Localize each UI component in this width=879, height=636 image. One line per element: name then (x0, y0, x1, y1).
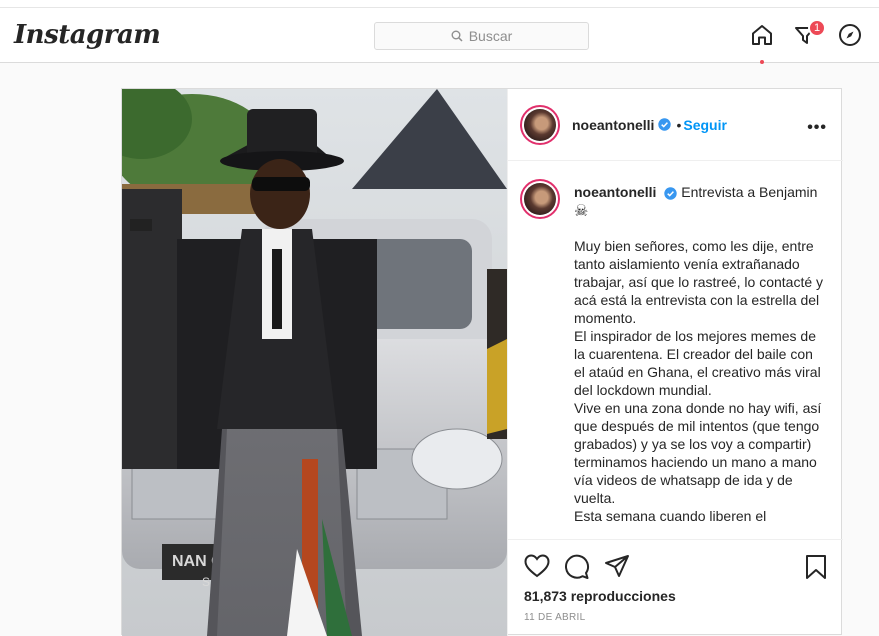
dot-separator: • (676, 116, 682, 133)
home-active-dot (760, 60, 764, 64)
follow-button[interactable]: Seguir (683, 117, 727, 133)
caption-title-line: noeantonelli Entrevista a Benjamin ☠ (574, 183, 817, 221)
video-frame-illustration: NAN ORI S ORNE (122, 89, 507, 636)
browser-top-strip (0, 0, 879, 8)
caption-avatar[interactable] (520, 179, 560, 219)
post-card: NAN ORI S ORNE noeantonelli (121, 88, 843, 636)
caption-username[interactable]: noeantonelli (574, 184, 656, 200)
search-icon (451, 30, 463, 42)
search-placeholder: Buscar (468, 28, 513, 44)
more-options-button[interactable]: ••• (807, 119, 827, 137)
caption-header-row: noeantonelli Entrevista a Benjamin ☠ (520, 179, 827, 221)
instagram-logo[interactable]: Instagram (14, 20, 161, 50)
post-sidebar: noeantonelli • Seguir ••• noeantonelli E… (507, 89, 843, 636)
caption-avatar-image (524, 183, 556, 215)
avatar[interactable] (520, 104, 560, 145)
avatar-image (524, 108, 556, 141)
post-video[interactable]: NAN ORI S ORNE (122, 89, 507, 636)
caption-area: noeantonelli Entrevista a Benjamin ☠ Muy… (508, 161, 843, 539)
skull-emoji-icon: ☠ (574, 203, 589, 220)
caption-title: Entrevista a Benjamin (681, 184, 818, 200)
notification-badge: 1 (808, 19, 826, 37)
post-header: noeantonelli • Seguir ••• (508, 89, 843, 161)
comment-bubble-icon[interactable] (564, 554, 590, 580)
verified-badge-icon (664, 187, 678, 200)
verified-badge-icon (658, 118, 672, 131)
caption-body: Muy bien señores, como les dije, entre t… (574, 238, 824, 524)
explore-button[interactable] (837, 22, 863, 48)
share-paper-plane-icon[interactable] (604, 554, 630, 578)
compass-icon (839, 24, 861, 46)
home-icon (752, 25, 772, 45)
home-button[interactable] (749, 22, 775, 48)
like-heart-icon[interactable] (524, 554, 550, 578)
top-navbar: Instagram Buscar 1 (0, 8, 879, 64)
search-input[interactable]: Buscar (374, 22, 589, 50)
save-bookmark-icon[interactable] (805, 554, 827, 580)
post-date[interactable]: 11 DE ABRIL (524, 612, 585, 623)
post-actions: 81,873 reproducciones 11 DE ABRIL (508, 539, 843, 636)
views-count[interactable]: 81,873 reproducciones (524, 588, 676, 604)
username-link[interactable]: noeantonelli (572, 117, 654, 133)
